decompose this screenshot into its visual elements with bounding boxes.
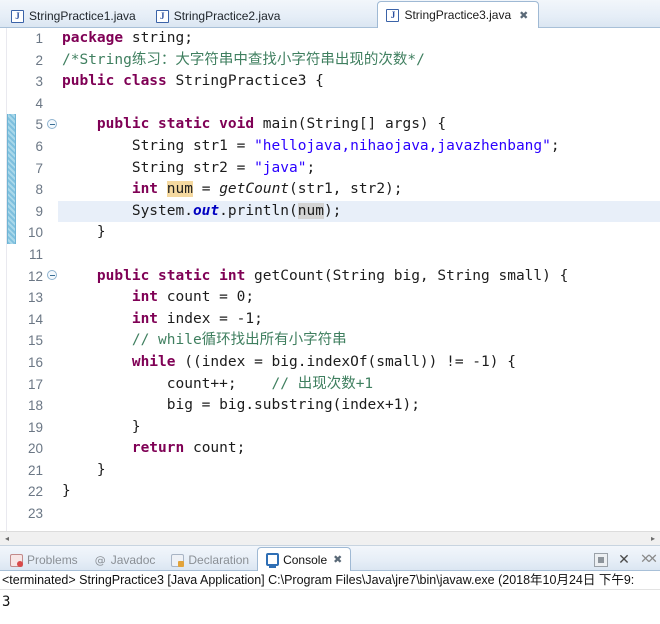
view-tab-bar: Problems @ Javadoc Declaration Console ✖… [0,546,660,571]
line-number: 23 [27,506,43,522]
code-line[interactable] [58,503,660,525]
view-tab-label: Console [283,552,328,567]
javadoc-icon: @ [94,553,106,567]
console-status-line: <terminated> StringPractice3 [Java Appli… [2,573,635,587]
code-line[interactable]: int num = getCount(str1, str2); [58,179,660,201]
line-number: 16 [27,354,43,370]
code-line[interactable]: return count; [58,438,660,460]
code-line[interactable]: String str1 = "hellojava,nihaojava,javaz… [58,136,660,158]
scrollbar-track[interactable] [14,532,646,545]
scroll-left-arrow-icon[interactable]: ◂ [0,532,14,545]
folding-ruler[interactable] [46,28,58,531]
editor-tab-label: StringPractice3.java [404,8,512,22]
eclipse-ide-window: J StringPractice1.java J StringPractice2… [0,0,660,624]
code-line[interactable] [58,244,660,266]
close-icon[interactable]: ✖ [333,553,342,566]
java-file-icon: J [11,9,24,23]
code-line[interactable]: /*String练习：大字符串中查找小字符串出现的次数*/ [58,50,660,72]
remove-all-consoles-button[interactable]: ✕✕ [640,553,658,567]
view-tab-declaration[interactable]: Declaration [163,549,257,571]
line-number: 2 [35,52,43,68]
code-line[interactable]: String str2 = "java"; [58,158,660,180]
line-number: 20 [27,441,43,457]
remove-console-button[interactable]: ✕ [617,553,631,567]
line-number: 14 [27,311,43,327]
line-number: 8 [35,182,43,198]
scroll-right-arrow-icon[interactable]: ▸ [646,532,660,545]
code-line[interactable]: public class StringPractice3 { [58,71,660,93]
java-source-editor[interactable]: 1 2 3 4 5 6 7 8 9 10 11 12 13 14 15 16 1 [0,28,660,546]
code-line[interactable]: public static int getCount(String big, S… [58,266,660,288]
fold-collapse-icon-line12[interactable] [47,270,57,280]
view-tab-problems[interactable]: Problems [2,549,86,571]
line-number: 17 [27,376,43,392]
problems-icon [10,553,23,567]
view-tab-javadoc[interactable]: @ Javadoc [86,549,164,571]
editor-viewport: 1 2 3 4 5 6 7 8 9 10 11 12 13 14 15 16 1 [0,28,660,531]
editor-tab-bar: J StringPractice1.java J StringPractice2… [0,0,660,28]
line-number: 19 [27,419,43,435]
declaration-icon [171,553,185,567]
source-code-area[interactable]: package string; /*String练习：大字符串中查找小字符串出现… [58,28,660,531]
code-line[interactable]: int index = -1; [58,309,660,331]
close-icon[interactable]: ✖ [519,9,528,22]
code-line[interactable]: } [58,222,660,244]
code-comment: /*String练习：大字符串中查找小字符串出现的次数*/ [62,51,425,68]
code-line[interactable]: // while循环找出所有小字符串 [58,330,660,352]
console-output-area[interactable]: <terminated> StringPractice3 [Java Appli… [0,571,660,624]
code-line-current[interactable]: System.out.println(num); [58,200,660,223]
line-number: 9 [35,203,43,219]
change-marker-bar [7,114,16,244]
editor-tab-stringpractice1[interactable]: J StringPractice1.java [2,3,147,28]
console-toolbar: ✕ ✕✕ [594,553,658,567]
line-number: 5 [35,117,43,133]
terminate-button[interactable] [594,553,608,567]
editor-tab-label: StringPractice2.java [173,9,281,23]
line-number: 1 [35,31,43,46]
line-number: 10 [27,225,43,241]
view-tab-label: Javadoc [110,553,156,567]
java-file-icon: J [155,9,169,23]
code-line[interactable]: } [58,460,660,482]
line-number-ruler: 1 2 3 4 5 6 7 8 9 10 11 12 13 14 15 16 1 [17,28,46,531]
line-number: 6 [35,138,43,154]
code-line[interactable] [58,93,660,115]
console-icon [266,553,280,568]
view-tab-label: Problems [27,553,78,567]
code-line[interactable]: count++; // 出现次数+1 [58,374,660,396]
editor-tab-stringpractice2[interactable]: J StringPractice2.java [147,3,292,28]
line-number: 21 [27,462,43,478]
occurrence-write-highlight: num [166,181,193,198]
annotation-ruler[interactable] [0,28,7,531]
code-line[interactable]: big = big.substring(index+1); [58,395,660,417]
view-tab-label: Declaration [188,553,250,567]
code-line[interactable]: int count = 0; [58,287,660,309]
line-number: 7 [35,160,43,176]
code-line[interactable]: } [58,417,660,439]
code-line[interactable]: } [58,481,660,503]
line-number: 15 [27,333,43,349]
code-line[interactable]: package string; [58,28,660,50]
occurrence-read-highlight: num [297,202,324,219]
line-number: 4 [35,95,43,111]
line-number: 12 [27,268,43,284]
fold-collapse-icon-line5[interactable] [47,119,57,129]
line-number: 18 [27,398,43,414]
code-line[interactable]: while ((index = big.indexOf(small)) != -… [58,352,660,374]
java-file-icon: J [386,8,400,22]
line-number: 11 [28,246,43,262]
line-number: 3 [35,74,43,90]
view-tab-console[interactable]: Console ✖ [257,547,352,571]
console-output-text: 3 [2,594,11,610]
editor-tab-stringpractice3[interactable]: J StringPractice3.java ✖ [377,1,540,28]
code-line[interactable]: public static void main(String[] args) { [58,114,660,136]
editor-horizontal-scrollbar[interactable]: ◂ ▸ [0,531,660,545]
line-number: 13 [27,290,43,306]
line-number: 22 [27,484,43,500]
editor-tab-label: StringPractice1.java [29,9,136,23]
bottom-view-panel: Problems @ Javadoc Declaration Console ✖… [0,546,660,624]
